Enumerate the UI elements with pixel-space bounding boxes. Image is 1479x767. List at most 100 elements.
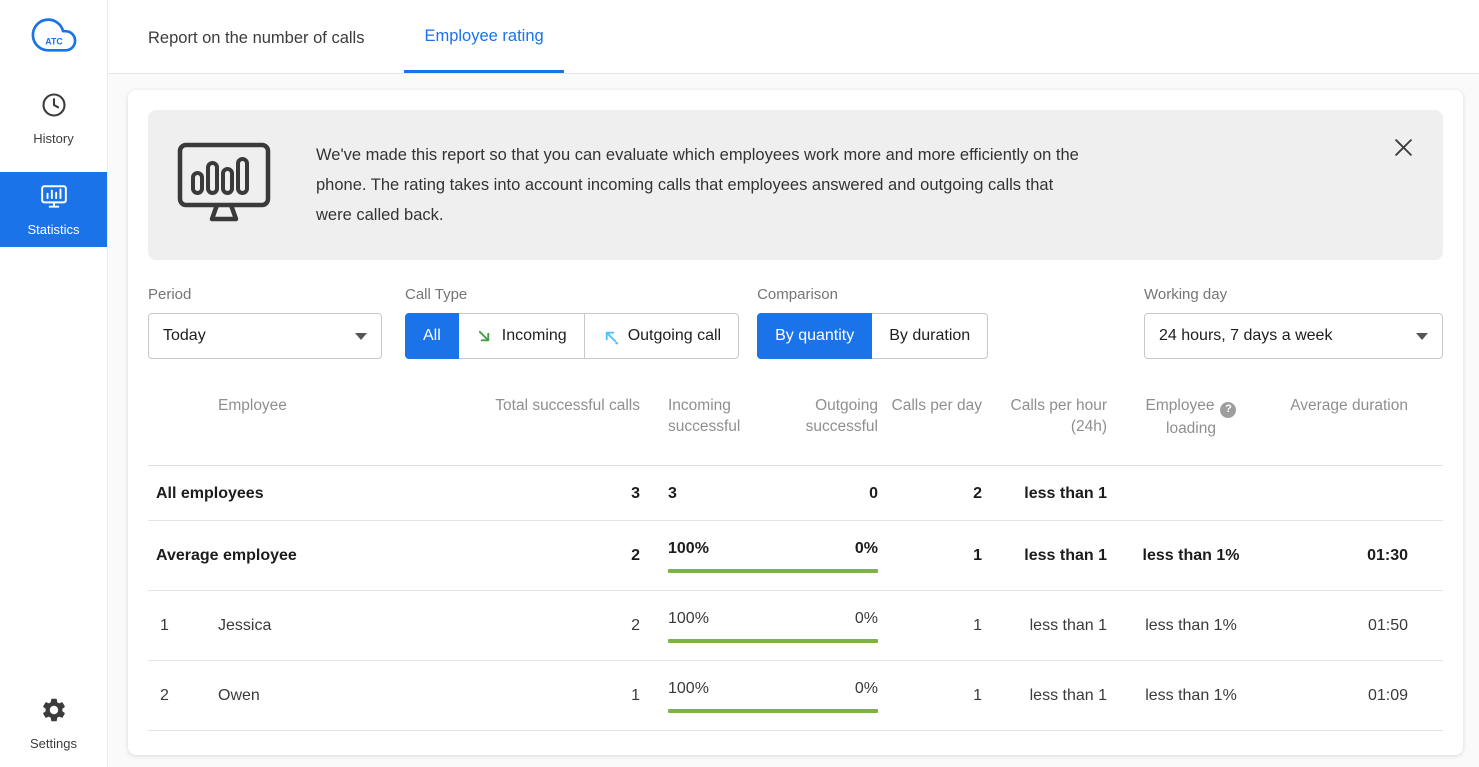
incoming-value: 100% bbox=[668, 540, 709, 558]
calls-per-day-value: 2 bbox=[878, 465, 982, 520]
table-row-all-employees: All employees 3 3 0 2 less than 1 bbox=[148, 465, 1443, 520]
calls-per-hour-value: less than 1 bbox=[982, 520, 1107, 590]
atc-cloud-logo[interactable]: ATC bbox=[26, 12, 82, 63]
sidebar-item-label: History bbox=[33, 131, 73, 146]
comparison-by-quantity-button[interactable]: By quantity bbox=[757, 313, 872, 359]
duration-value: 01:50 bbox=[1275, 590, 1443, 660]
app-root: ATC History Statistics bbox=[0, 0, 1479, 767]
call-type-segment: All Incoming bbox=[405, 313, 739, 359]
incoming-arrow-icon bbox=[476, 328, 493, 345]
working-day-value: 24 hours, 7 days a week bbox=[1159, 327, 1332, 345]
tab-employee-rating[interactable]: Employee rating bbox=[404, 0, 563, 73]
incoming-value: 100% bbox=[668, 680, 709, 698]
col-outgoing-successful: Outgoing successful bbox=[759, 395, 878, 465]
calls-per-day-value: 1 bbox=[878, 590, 982, 660]
period-select[interactable]: Today bbox=[148, 313, 382, 359]
incoming-outgoing-cell: 100% 0% bbox=[640, 660, 878, 730]
loading-value: less than 1% bbox=[1107, 520, 1275, 590]
banner-text: We've made this report so that you can e… bbox=[316, 140, 1086, 230]
bar-chart-icon bbox=[40, 184, 68, 215]
button-label: Incoming bbox=[502, 327, 567, 345]
rank-value: 2 bbox=[148, 660, 192, 730]
employee-name: Owen bbox=[192, 660, 423, 730]
tab-label: Report on the number of calls bbox=[148, 29, 364, 48]
main-area: Report on the number of calls Employee r… bbox=[108, 0, 1479, 767]
call-type-incoming-button[interactable]: Incoming bbox=[458, 313, 585, 359]
total-calls-value: 2 bbox=[423, 590, 640, 660]
help-icon[interactable]: ? bbox=[1220, 402, 1236, 418]
chevron-down-icon bbox=[1416, 333, 1428, 340]
duration-value: 01:09 bbox=[1275, 660, 1443, 730]
col-incoming-successful: Incoming successful bbox=[640, 395, 759, 465]
col-calls-per-day: Calls per day bbox=[878, 395, 982, 465]
incoming-outgoing-cell: 3 0 bbox=[640, 465, 878, 520]
calls-per-day-value: 1 bbox=[878, 660, 982, 730]
comparison-label: Comparison bbox=[757, 286, 988, 303]
outgoing-value: 0 bbox=[869, 485, 878, 503]
table-row-jessica: 1 Jessica 2 100% 0% 1 less bbox=[148, 590, 1443, 660]
call-type-all-button[interactable]: All bbox=[405, 313, 459, 359]
col-label: Employee bbox=[1146, 397, 1215, 414]
table-row-average-employee: Average employee 2 100% 0% 1 less than 1 bbox=[148, 520, 1443, 590]
table-row-owen: 2 Owen 1 100% 0% 1 less tha bbox=[148, 660, 1443, 730]
button-label: All bbox=[423, 327, 441, 345]
sidebar-item-label: Statistics bbox=[27, 222, 79, 237]
outgoing-value: 0% bbox=[855, 680, 878, 698]
period-label: Period bbox=[148, 286, 382, 303]
call-type-label: Call Type bbox=[405, 286, 739, 303]
incoming-outgoing-cell: 100% 0% bbox=[640, 590, 878, 660]
tab-bar: Report on the number of calls Employee r… bbox=[108, 0, 1479, 74]
employee-name: Jessica bbox=[192, 590, 423, 660]
col-calls-per-hour: Calls per hour (24h) bbox=[982, 395, 1107, 465]
loading-value: less than 1% bbox=[1107, 660, 1275, 730]
comparison-by-duration-button[interactable]: By duration bbox=[871, 313, 988, 359]
outgoing-arrow-icon bbox=[602, 328, 619, 345]
sidebar-item-history[interactable]: History bbox=[0, 79, 107, 156]
calls-per-day-value: 1 bbox=[878, 520, 982, 590]
col-rank bbox=[148, 395, 192, 465]
employee-name: All employees bbox=[148, 465, 423, 520]
col-total-successful: Total successful calls bbox=[423, 395, 640, 465]
total-calls-value: 1 bbox=[423, 660, 640, 730]
logo-text: ATC bbox=[45, 37, 63, 47]
incoming-share-bar bbox=[668, 639, 878, 643]
sidebar-item-settings[interactable]: Settings bbox=[0, 684, 107, 761]
working-day-filter: Working day 24 hours, 7 days a week bbox=[1144, 286, 1443, 359]
call-type-outgoing-button[interactable]: Outgoing call bbox=[584, 313, 739, 359]
col-employee: Employee bbox=[192, 395, 423, 465]
filters-row: Period Today Call Type All bbox=[148, 286, 1443, 359]
sidebar: ATC History Statistics bbox=[0, 0, 108, 767]
comparison-filter: Comparison By quantity By duration bbox=[757, 286, 988, 359]
working-day-label: Working day bbox=[1144, 286, 1443, 303]
outgoing-value: 0% bbox=[855, 540, 878, 558]
sidebar-item-label: Settings bbox=[30, 736, 77, 751]
incoming-share-bar bbox=[668, 709, 878, 713]
working-day-select[interactable]: 24 hours, 7 days a week bbox=[1144, 313, 1443, 359]
loading-value bbox=[1107, 465, 1275, 520]
call-type-filter: Call Type All Inc bbox=[405, 286, 739, 359]
employee-name: Average employee bbox=[148, 520, 423, 590]
close-icon[interactable] bbox=[1390, 134, 1417, 161]
loading-value: less than 1% bbox=[1107, 590, 1275, 660]
incoming-share-bar bbox=[668, 569, 878, 573]
table-header-row: Employee Total successful calls Incoming… bbox=[148, 395, 1443, 465]
duration-value: 01:30 bbox=[1275, 520, 1443, 590]
sidebar-item-statistics[interactable]: Statistics bbox=[0, 172, 107, 247]
button-label: By duration bbox=[889, 327, 970, 345]
chevron-down-icon bbox=[355, 333, 367, 340]
content-area: We've made this report so that you can e… bbox=[108, 74, 1479, 767]
calls-per-hour-value: less than 1 bbox=[982, 465, 1107, 520]
outgoing-value: 0% bbox=[855, 610, 878, 628]
total-calls-value: 3 bbox=[423, 465, 640, 520]
employee-rating-card: We've made this report so that you can e… bbox=[128, 90, 1463, 755]
gear-icon bbox=[40, 696, 68, 729]
cloud-icon: ATC bbox=[26, 12, 82, 58]
incoming-outgoing-cell: 100% 0% bbox=[640, 520, 878, 590]
employee-rating-table: Employee Total successful calls Incoming… bbox=[148, 395, 1443, 731]
button-label: By quantity bbox=[775, 327, 854, 345]
monitor-chart-icon bbox=[176, 141, 272, 230]
duration-value bbox=[1275, 465, 1443, 520]
tab-report-number-of-calls[interactable]: Report on the number of calls bbox=[128, 0, 384, 73]
tab-label: Employee rating bbox=[424, 27, 543, 46]
col-label: loading bbox=[1107, 418, 1275, 439]
